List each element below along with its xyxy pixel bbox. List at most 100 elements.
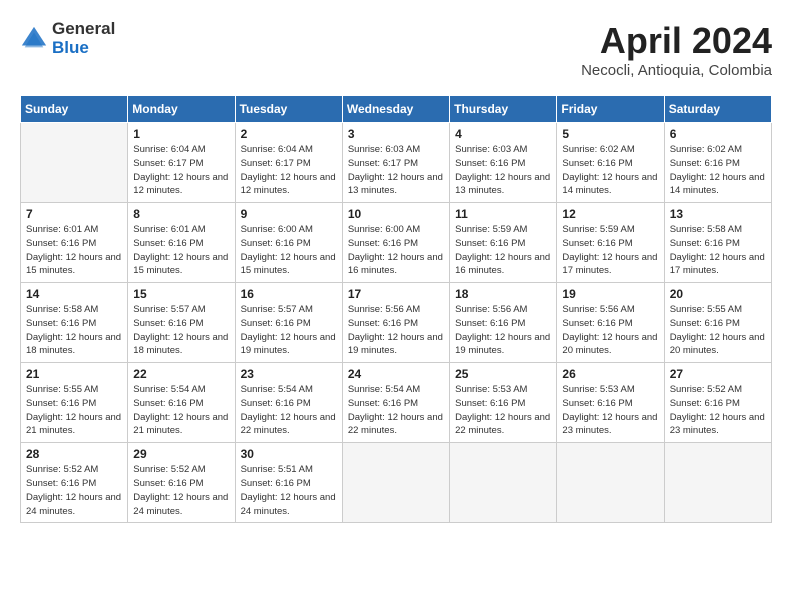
day-number: 10 xyxy=(348,207,444,221)
weekday-header-thursday: Thursday xyxy=(450,96,557,123)
day-number: 22 xyxy=(133,367,229,381)
calendar-cell: 19Sunrise: 5:56 AMSunset: 6:16 PMDayligh… xyxy=(557,283,664,363)
week-row-5: 28Sunrise: 5:52 AMSunset: 6:16 PMDayligh… xyxy=(21,443,772,523)
calendar-cell: 30 Sunrise: 5:51 AMSunset: 6:16 PMDayligh… xyxy=(235,443,342,523)
day-info: Sunrise: 5:54 AMSunset: 6:16 PMDaylight:… xyxy=(348,383,444,438)
day-number: 29 xyxy=(133,447,229,461)
day-info: Sunrise: 5:51 AMSunset: 6:16 PMDaylight:… xyxy=(241,463,337,518)
day-number: 13 xyxy=(670,207,766,221)
calendar-cell: 21 Sunrise: 5:55 AMSunset: 6:16 PMDayligh… xyxy=(21,363,128,443)
logo-icon xyxy=(20,25,48,53)
day-number: 27 xyxy=(670,367,766,381)
week-row-2: 7 Sunrise: 6:01 AMSunset: 6:16 PMDaylight… xyxy=(21,203,772,283)
month-title: April 2024 xyxy=(581,20,772,62)
calendar-cell: 12 Sunrise: 5:59 AMSunset: 6:16 PMDayligh… xyxy=(557,203,664,283)
day-info: Sunrise: 5:55 AMSunset: 6:16 PMDaylight:… xyxy=(26,383,122,438)
weekday-header-saturday: Saturday xyxy=(664,96,771,123)
calendar-cell: 2 Sunrise: 6:04 AMSunset: 6:17 PMDaylight… xyxy=(235,123,342,203)
week-row-3: 14 Sunrise: 5:58 AMSunset: 6:16 PMDayligh… xyxy=(21,283,772,363)
calendar-table: SundayMondayTuesdayWednesdayThursdayFrid… xyxy=(20,95,772,523)
day-info: Sunrise: 6:01 AMSunset: 6:16 PMDaylight:… xyxy=(133,223,229,278)
calendar-cell: 25 Sunrise: 5:53 AMSunset: 6:16 PMDayligh… xyxy=(450,363,557,443)
calendar-cell: 14 Sunrise: 5:58 AMSunset: 6:16 PMDayligh… xyxy=(21,283,128,363)
day-number: 4 xyxy=(455,127,551,141)
day-info: Sunrise: 5:52 AMSunset: 6:16 PMDaylight:… xyxy=(133,463,229,518)
day-info: Sunrise: 5:58 AMSunset: 6:16 PMDaylight:… xyxy=(670,223,766,278)
day-info: Sunrise: 5:53 AMSunset: 6:16 PMDaylight:… xyxy=(455,383,551,438)
calendar-cell: 24 Sunrise: 5:54 AMSunset: 6:16 PMDayligh… xyxy=(342,363,449,443)
calendar-cell: 23Sunrise: 5:54 AMSunset: 6:16 PMDayligh… xyxy=(235,363,342,443)
day-number: 18 xyxy=(455,287,551,301)
calendar-cell: 27 Sunrise: 5:52 AMSunset: 6:16 PMDayligh… xyxy=(664,363,771,443)
day-info: Sunrise: 5:56 AMSunset: 6:16 PMDaylight:… xyxy=(348,303,444,358)
day-info: Sunrise: 6:04 AMSunset: 6:17 PMDaylight:… xyxy=(133,143,229,198)
day-number: 11 xyxy=(455,207,551,221)
calendar-cell: 6 Sunrise: 6:02 AMSunset: 6:16 PMDaylight… xyxy=(664,123,771,203)
day-info: Sunrise: 5:54 AMSunset: 6:16 PMDaylight:… xyxy=(133,383,229,438)
day-number: 19 xyxy=(562,287,658,301)
day-info: Sunrise: 5:53 AMSunset: 6:16 PMDaylight:… xyxy=(562,383,658,438)
day-number: 14 xyxy=(26,287,122,301)
day-number: 21 xyxy=(26,367,122,381)
day-info: Sunrise: 5:58 AMSunset: 6:16 PMDaylight:… xyxy=(26,303,122,358)
day-info: Sunrise: 6:02 AMSunset: 6:16 PMDaylight:… xyxy=(670,143,766,198)
calendar-cell: 7 Sunrise: 6:01 AMSunset: 6:16 PMDaylight… xyxy=(21,203,128,283)
day-info: Sunrise: 6:04 AMSunset: 6:17 PMDaylight:… xyxy=(241,143,337,198)
logo-text: General Blue xyxy=(52,20,115,57)
day-number: 20 xyxy=(670,287,766,301)
day-number: 9 xyxy=(241,207,337,221)
day-number: 8 xyxy=(133,207,229,221)
day-number: 16 xyxy=(241,287,337,301)
day-number: 7 xyxy=(26,207,122,221)
calendar-cell: 17 Sunrise: 5:56 AMSunset: 6:16 PMDayligh… xyxy=(342,283,449,363)
calendar-cell: 20 Sunrise: 5:55 AMSunset: 6:16 PMDayligh… xyxy=(664,283,771,363)
calendar-cell: 11Sunrise: 5:59 AMSunset: 6:16 PMDayligh… xyxy=(450,203,557,283)
weekday-header-sunday: Sunday xyxy=(21,96,128,123)
calendar-cell: 28Sunrise: 5:52 AMSunset: 6:16 PMDayligh… xyxy=(21,443,128,523)
weekday-header-friday: Friday xyxy=(557,96,664,123)
title-block: April 2024 Necocli, Antioquia, Colombia xyxy=(581,20,772,79)
day-info: Sunrise: 6:00 AMSunset: 6:16 PMDaylight:… xyxy=(241,223,337,278)
calendar-cell xyxy=(664,443,771,523)
calendar-cell: 29 Sunrise: 5:52 AMSunset: 6:16 PMDayligh… xyxy=(128,443,235,523)
calendar-cell: 3 Sunrise: 6:03 AMSunset: 6:17 PMDaylight… xyxy=(342,123,449,203)
day-number: 24 xyxy=(348,367,444,381)
day-number: 23 xyxy=(241,367,337,381)
calendar-cell: 13 Sunrise: 5:58 AMSunset: 6:16 PMDayligh… xyxy=(664,203,771,283)
day-number: 25 xyxy=(455,367,551,381)
calendar-cell: 1 Sunrise: 6:04 AMSunset: 6:17 PMDaylight… xyxy=(128,123,235,203)
day-info: Sunrise: 5:56 AMSunset: 6:16 PMDaylight:… xyxy=(455,303,551,358)
day-number: 6 xyxy=(670,127,766,141)
day-info: Sunrise: 6:00 AMSunset: 6:16 PMDaylight:… xyxy=(348,223,444,278)
day-number: 30 xyxy=(241,447,337,461)
weekday-header-row: SundayMondayTuesdayWednesdayThursdayFrid… xyxy=(21,96,772,123)
calendar-cell: 16 Sunrise: 5:57 AMSunset: 6:16 PMDayligh… xyxy=(235,283,342,363)
calendar-cell xyxy=(557,443,664,523)
weekday-header-monday: Monday xyxy=(128,96,235,123)
weekday-header-tuesday: Tuesday xyxy=(235,96,342,123)
day-info: Sunrise: 5:55 AMSunset: 6:16 PMDaylight:… xyxy=(670,303,766,358)
day-number: 3 xyxy=(348,127,444,141)
day-info: Sunrise: 5:59 AMSunset: 6:16 PMDaylight:… xyxy=(562,223,658,278)
day-info: Sunrise: 6:03 AMSunset: 6:17 PMDaylight:… xyxy=(348,143,444,198)
day-number: 12 xyxy=(562,207,658,221)
week-row-1: 1 Sunrise: 6:04 AMSunset: 6:17 PMDaylight… xyxy=(21,123,772,203)
calendar-cell: 15Sunrise: 5:57 AMSunset: 6:16 PMDayligh… xyxy=(128,283,235,363)
week-row-4: 21 Sunrise: 5:55 AMSunset: 6:16 PMDayligh… xyxy=(21,363,772,443)
day-info: Sunrise: 5:52 AMSunset: 6:16 PMDaylight:… xyxy=(26,463,122,518)
logo: General Blue xyxy=(20,20,115,57)
calendar-cell: 10 Sunrise: 6:00 AMSunset: 6:16 PMDayligh… xyxy=(342,203,449,283)
calendar-cell xyxy=(21,123,128,203)
logo-blue-label: Blue xyxy=(52,39,115,58)
day-number: 2 xyxy=(241,127,337,141)
day-info: Sunrise: 5:52 AMSunset: 6:16 PMDaylight:… xyxy=(670,383,766,438)
day-number: 1 xyxy=(133,127,229,141)
calendar-cell: 18 Sunrise: 5:56 AMSunset: 6:16 PMDayligh… xyxy=(450,283,557,363)
calendar-cell: 4Sunrise: 6:03 AMSunset: 6:16 PMDaylight… xyxy=(450,123,557,203)
day-info: Sunrise: 6:01 AMSunset: 6:16 PMDaylight:… xyxy=(26,223,122,278)
day-number: 26 xyxy=(562,367,658,381)
day-info: Sunrise: 5:57 AMSunset: 6:16 PMDaylight:… xyxy=(241,303,337,358)
calendar-cell: 5Sunrise: 6:02 AMSunset: 6:16 PMDaylight… xyxy=(557,123,664,203)
day-number: 17 xyxy=(348,287,444,301)
day-number: 5 xyxy=(562,127,658,141)
